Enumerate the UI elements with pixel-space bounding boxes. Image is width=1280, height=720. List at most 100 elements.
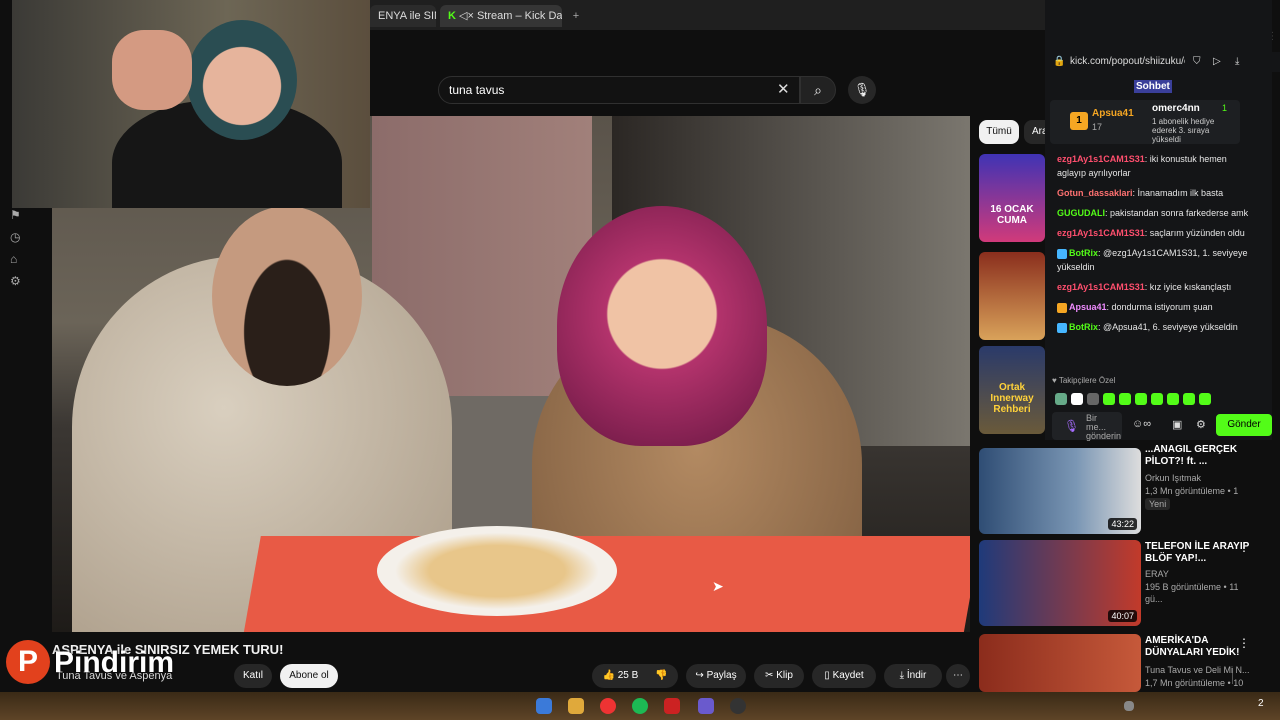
watermark: P Pindirim xyxy=(6,640,196,688)
emoji-icon[interactable]: ☺∞ xyxy=(1132,418,1151,430)
chat-username[interactable]: BotRix xyxy=(1069,248,1098,258)
download-button[interactable]: ⤓ İndir xyxy=(884,664,942,688)
spotify-icon[interactable] xyxy=(632,698,648,714)
microphone-icon: 🎙 xyxy=(853,82,871,97)
pinned-text: 1 abonelik hediye ederek 3. sıraya yükse… xyxy=(1152,117,1215,144)
recommendation-channel[interactable]: ERAY xyxy=(1145,568,1255,580)
opera-icon[interactable] xyxy=(600,698,616,714)
clock[interactable]: 2 xyxy=(1258,698,1264,709)
settings-icon[interactable]: ⚙ xyxy=(1196,418,1206,431)
taskbar-app-icon[interactable] xyxy=(664,698,680,714)
recommendation-title[interactable]: TELEFON İLE ARAYIP BLÖF YAP!... xyxy=(1145,541,1250,565)
emote-bar xyxy=(1055,392,1245,406)
like-dislike-button[interactable]: 👍 25 B 👎 xyxy=(592,664,1233,688)
download-icon[interactable]: ⤓ xyxy=(1235,52,1239,72)
voice-search-button[interactable]: 🎙 xyxy=(848,76,876,104)
emote-icon[interactable] xyxy=(1103,393,1115,405)
chat-message: Apsua41: dondurma istiyorum şuan xyxy=(1057,300,1252,314)
recommendation-title[interactable]: ...ANAGIL GERÇEK PİLOT?! ft. ... xyxy=(1145,444,1250,468)
browser-tabbar: ENYA ile SINIR K ◁× Stream – Kick Dashbo… xyxy=(370,0,1050,30)
recommendation-thumbnail[interactable]: 43:22 xyxy=(979,448,1141,534)
more-vert-icon[interactable]: ⋮ xyxy=(1238,636,1250,650)
short-thumbnail[interactable] xyxy=(979,252,1045,340)
chat-username[interactable]: ezg1Ay1s1CAM1S31 xyxy=(1057,154,1145,164)
network-icon[interactable] xyxy=(1124,701,1134,711)
tab-label: Stream – Kick Dashbo xyxy=(476,10,562,22)
emote-icon[interactable] xyxy=(1071,393,1083,405)
gift-icon[interactable]: ▣ xyxy=(1172,418,1182,431)
more-actions-button[interactable]: ⋯ xyxy=(946,664,970,688)
share-button[interactable]: ↪ Paylaş xyxy=(686,664,746,688)
emote-icon[interactable] xyxy=(1167,393,1179,405)
settings-icon[interactable]: ⚙ xyxy=(10,274,21,288)
browser-tab-kick[interactable]: K ◁× Stream – Kick Dashbo xyxy=(440,5,562,27)
history-icon[interactable]: ◷ xyxy=(10,230,20,244)
taskbar-app-icon[interactable] xyxy=(536,698,552,714)
chat-message: ezg1Ay1s1CAM1S31: saçlarım yüzünden oldu xyxy=(1057,226,1252,240)
chat-username[interactable]: ezg1Ay1s1CAM1S31 xyxy=(1057,228,1145,238)
new-tab-button[interactable]: + xyxy=(568,5,584,27)
clear-search-icon[interactable]: ✕ xyxy=(777,80,790,98)
send-icon[interactable]: ▷ xyxy=(1213,52,1221,72)
chat-username[interactable]: GUGUDALI xyxy=(1057,208,1105,218)
new-badge: Yeni xyxy=(1145,498,1171,510)
recommendation-thumbnail[interactable] xyxy=(979,634,1141,692)
share-label: Paylaş xyxy=(706,670,737,681)
save-button[interactable]: ▯ Kaydet xyxy=(812,664,876,688)
left-sidebar: ⚑ ◷ ⌂ ⚙ xyxy=(0,208,40,628)
thumbs-down-icon[interactable]: 👎 xyxy=(655,670,667,681)
share-icon: ↪ xyxy=(695,670,704,681)
short-thumbnail[interactable]: 16 OCAK CUMA xyxy=(979,154,1045,242)
browser-tab[interactable]: ENYA ile SINIR xyxy=(370,5,436,27)
join-button[interactable]: Katıl xyxy=(234,664,272,688)
clip-button[interactable]: ✂ Klip xyxy=(754,664,804,688)
emote-icon[interactable] xyxy=(1135,393,1147,405)
user-badge-icon xyxy=(1057,248,1067,259)
clip-label: Klip xyxy=(776,670,793,681)
save-label: Kaydet xyxy=(832,670,864,681)
recommendation-title[interactable]: AMERİKA'DA DÜNYALARI YEDİK! xyxy=(1145,635,1250,659)
microphone-icon[interactable]: 🎙 xyxy=(1064,419,1079,433)
more-vert-icon[interactable]: ⋮ xyxy=(1238,540,1250,554)
recommendation-meta: 195 B görüntüleme • 11 gü... xyxy=(1145,582,1239,604)
search-button[interactable]: ⌕ xyxy=(800,76,836,104)
emote-icon[interactable] xyxy=(1087,393,1099,405)
bell-icon[interactable]: ⚑ xyxy=(10,208,21,222)
url-bar[interactable]: 🔒 kick.com/popout/shiizuku/cl ⛉ ▷ ⤓ xyxy=(1045,52,1280,72)
recommendation-channel[interactable]: Tuna Tavus ve Deli Mi N... xyxy=(1145,664,1255,676)
folder-icon[interactable] xyxy=(568,698,584,714)
shorts-icon[interactable]: ⌂ xyxy=(10,252,17,266)
emote-icon[interactable] xyxy=(1183,393,1195,405)
obs-icon[interactable] xyxy=(730,698,746,714)
pinned-user[interactable]: Apsua41 xyxy=(1092,108,1134,119)
send-button[interactable]: Gönder xyxy=(1216,414,1272,436)
shield-icon[interactable]: ⛉ xyxy=(1193,52,1201,72)
chat-tab[interactable]: Sohbet xyxy=(1134,80,1172,93)
emote-icon[interactable] xyxy=(1055,393,1067,405)
chat-username[interactable]: Gotun_dassaklari xyxy=(1057,188,1133,198)
chat-input[interactable]: Bir me... gönderin xyxy=(1052,412,1122,441)
mute-icon: ◁× xyxy=(459,10,474,22)
discord-icon[interactable] xyxy=(698,698,714,714)
recommendation-channel[interactable]: Orkun Işıtmak xyxy=(1145,472,1255,484)
search-input[interactable]: tuna tavus xyxy=(438,76,800,104)
emote-icon[interactable] xyxy=(1151,393,1163,405)
chat-text: : saçlarım yüzünden oldu xyxy=(1144,228,1245,238)
pinned-user[interactable]: omerc4nn xyxy=(1152,103,1200,114)
chat-username[interactable]: Apsua41 xyxy=(1069,302,1107,312)
emote-icon[interactable] xyxy=(1199,393,1211,405)
download-icon: ⤓ xyxy=(899,670,905,681)
chat-username[interactable]: BotRix xyxy=(1069,322,1098,332)
chat-username[interactable]: ezg1Ay1s1CAM1S31 xyxy=(1057,282,1145,292)
like-count: 25 B xyxy=(617,670,639,681)
recommendation-thumbnail[interactable]: 40:07 xyxy=(979,540,1141,626)
chat-message: Gotun_dassaklari: İnanamadım ilk basta xyxy=(1057,186,1252,200)
subscribe-button[interactable]: Abone ol xyxy=(280,664,338,688)
chip-all[interactable]: Tümü xyxy=(979,120,1019,144)
short-thumbnail[interactable]: Ortak Innerway Rehberi xyxy=(979,346,1045,434)
emote-icon[interactable] xyxy=(1119,393,1131,405)
webcam-face xyxy=(187,20,297,140)
short-title: Ortak Innerway Rehberi xyxy=(990,382,1034,415)
chat-text: : pakistandan sonra farkederse amk xyxy=(1105,208,1249,218)
video-scene-person-head xyxy=(212,206,362,386)
